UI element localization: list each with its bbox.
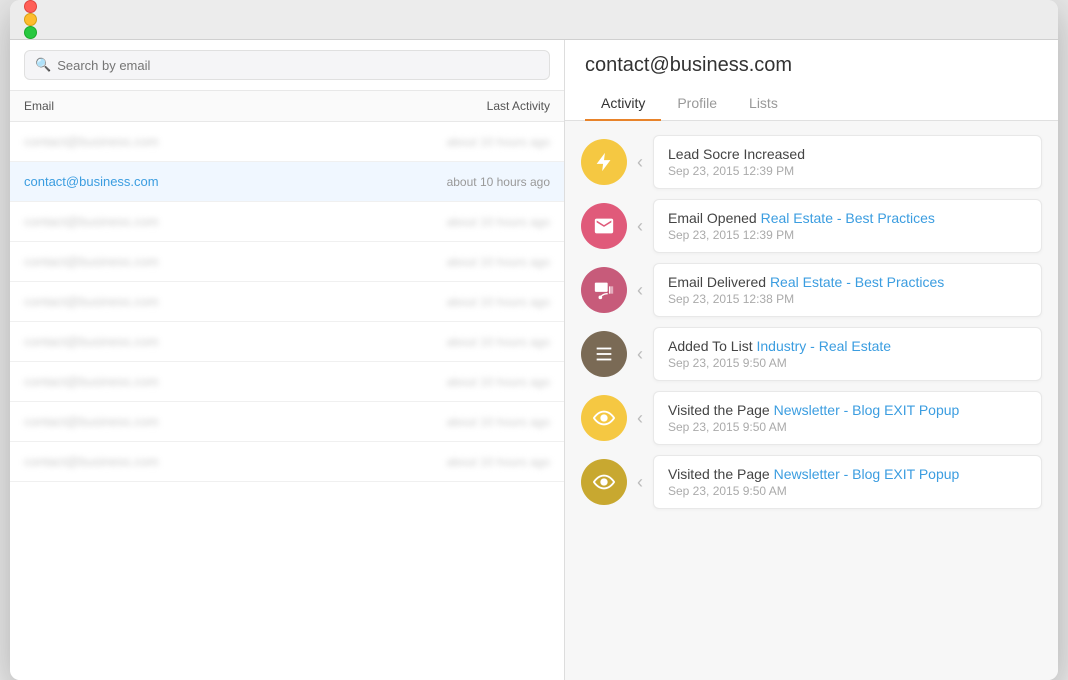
activity-item: ‹ Lead Socre Increased Sep 23, 2015 12:39 …	[581, 135, 1042, 189]
email-column-header: Email	[24, 99, 54, 113]
tab-lists[interactable]: Lists	[733, 87, 794, 121]
close-button[interactable]	[24, 0, 37, 13]
activity-title: Email Opened Real Estate - Best Practice…	[668, 210, 1027, 226]
activity-time: Sep 23, 2015 9:50 AM	[668, 484, 1027, 498]
activity-item: ‹ Email Opened Real Estate - Best Practic…	[581, 199, 1042, 253]
contact-row[interactable]: contact@business.com about 10 hours ago	[10, 242, 564, 282]
right-panel: contact@business.com ActivityProfileList…	[565, 40, 1058, 680]
contact-time-cell: about 10 hours ago	[447, 295, 550, 309]
contact-row[interactable]: contact@business.com about 10 hours ago	[10, 362, 564, 402]
contact-time-cell: about 10 hours ago	[447, 255, 550, 269]
contact-time-cell: about 10 hours ago	[447, 415, 550, 429]
chevron-icon: ‹	[637, 280, 643, 301]
activity-title: Visited the Page Newsletter - Blog EXIT …	[668, 402, 1027, 418]
app-window: 🔍 Email Last Activity contact@business.c…	[10, 0, 1058, 680]
activity-card: Lead Socre Increased Sep 23, 2015 12:39 P…	[653, 135, 1042, 189]
activity-icon-mail-delivered	[581, 267, 627, 313]
contact-row[interactable]: contact@business.com about 10 hours ago	[10, 322, 564, 362]
contact-time-cell: about 10 hours ago	[447, 375, 550, 389]
activity-time: Sep 23, 2015 9:50 AM	[668, 420, 1027, 434]
activity-item: ‹ Email Delivered Real Estate - Best Prac…	[581, 263, 1042, 317]
search-bar: 🔍	[10, 40, 564, 91]
contact-time-cell: about 10 hours ago	[447, 455, 550, 469]
contact-email-cell: contact@business.com	[24, 254, 159, 269]
contact-email-cell: contact@business.com	[24, 294, 159, 309]
activity-link[interactable]: Real Estate - Best Practices	[761, 210, 935, 226]
contact-email-cell: contact@business.com	[24, 134, 159, 149]
activity-card: Email Delivered Real Estate - Best Pract…	[653, 263, 1042, 317]
activity-icon-mail-opened	[581, 203, 627, 249]
contact-time-cell: about 10 hours ago	[447, 135, 550, 149]
contact-row[interactable]: contact@business.com about 10 hours ago	[10, 282, 564, 322]
activity-title: Visited the Page Newsletter - Blog EXIT …	[668, 466, 1027, 482]
activity-link[interactable]: Newsletter - Blog EXIT Popup	[774, 402, 960, 418]
activity-title: Lead Socre Increased	[668, 146, 1027, 162]
activity-icon-eye2	[581, 459, 627, 505]
activity-link[interactable]: Newsletter - Blog EXIT Popup	[774, 466, 960, 482]
activity-card: Email Opened Real Estate - Best Practice…	[653, 199, 1042, 253]
search-icon: 🔍	[35, 57, 51, 73]
chevron-icon: ‹	[637, 216, 643, 237]
activity-list: ‹ Lead Socre Increased Sep 23, 2015 12:39 …	[565, 121, 1058, 680]
activity-item: ‹ Added To List Industry - Real Estate Sep…	[581, 327, 1042, 381]
contact-row[interactable]: contact@business.com about 10 hours ago	[10, 162, 564, 202]
activity-column-header: Last Activity	[487, 99, 550, 113]
contact-email-cell: contact@business.com	[24, 454, 159, 469]
activity-time: Sep 23, 2015 12:38 PM	[668, 292, 1027, 306]
contact-email-cell: contact@business.com	[24, 374, 159, 389]
activity-icon-eye1	[581, 395, 627, 441]
activity-card: Visited the Page Newsletter - Blog EXIT …	[653, 391, 1042, 445]
chevron-icon: ‹	[637, 408, 643, 429]
list-header: Email Last Activity	[10, 91, 564, 122]
activity-item: ‹ Visited the Page Newsletter - Blog EXIT…	[581, 455, 1042, 509]
contact-row[interactable]: contact@business.com about 10 hours ago	[10, 122, 564, 162]
activity-icon-lightning	[581, 139, 627, 185]
activity-link[interactable]: Industry - Real Estate	[756, 338, 891, 354]
maximize-button[interactable]	[24, 26, 37, 39]
tabs: ActivityProfileLists	[585, 87, 1038, 120]
right-header: contact@business.com ActivityProfileList…	[565, 40, 1058, 121]
contacts-list: contact@business.comabout 10 hours agoco…	[10, 122, 564, 680]
chevron-icon: ‹	[637, 472, 643, 493]
contact-time-cell: about 10 hours ago	[447, 175, 550, 189]
left-panel: 🔍 Email Last Activity contact@business.c…	[10, 40, 565, 680]
contact-email-cell: contact@business.com	[24, 334, 159, 349]
titlebar	[10, 0, 1058, 40]
activity-title: Added To List Industry - Real Estate	[668, 338, 1027, 354]
activity-title: Email Delivered Real Estate - Best Pract…	[668, 274, 1027, 290]
tab-activity[interactable]: Activity	[585, 87, 661, 121]
contact-row[interactable]: contact@business.com about 10 hours ago	[10, 442, 564, 482]
activity-time: Sep 23, 2015 12:39 PM	[668, 164, 1027, 178]
contact-email-cell: contact@business.com	[24, 214, 159, 229]
activity-icon-list	[581, 331, 627, 377]
chevron-icon: ‹	[637, 344, 643, 365]
search-wrapper: 🔍	[24, 50, 550, 80]
contact-title: contact@business.com	[585, 54, 1038, 77]
contact-row[interactable]: contact@business.com about 10 hours ago	[10, 202, 564, 242]
contact-email-cell: contact@business.com	[24, 414, 159, 429]
activity-item: ‹ Visited the Page Newsletter - Blog EXIT…	[581, 391, 1042, 445]
activity-card: Added To List Industry - Real Estate Sep …	[653, 327, 1042, 381]
contact-row[interactable]: contact@business.com about 10 hours ago	[10, 402, 564, 442]
minimize-button[interactable]	[24, 13, 37, 26]
activity-time: Sep 23, 2015 12:39 PM	[668, 228, 1027, 242]
traffic-lights	[24, 0, 37, 39]
chevron-icon: ‹	[637, 152, 643, 173]
tab-profile[interactable]: Profile	[661, 87, 733, 121]
contact-email-cell: contact@business.com	[24, 174, 159, 189]
activity-link[interactable]: Real Estate - Best Practices	[770, 274, 944, 290]
main-content: 🔍 Email Last Activity contact@business.c…	[10, 40, 1058, 680]
activity-time: Sep 23, 2015 9:50 AM	[668, 356, 1027, 370]
contact-time-cell: about 10 hours ago	[447, 335, 550, 349]
activity-card: Visited the Page Newsletter - Blog EXIT …	[653, 455, 1042, 509]
search-input[interactable]	[57, 58, 539, 73]
contact-time-cell: about 10 hours ago	[447, 215, 550, 229]
